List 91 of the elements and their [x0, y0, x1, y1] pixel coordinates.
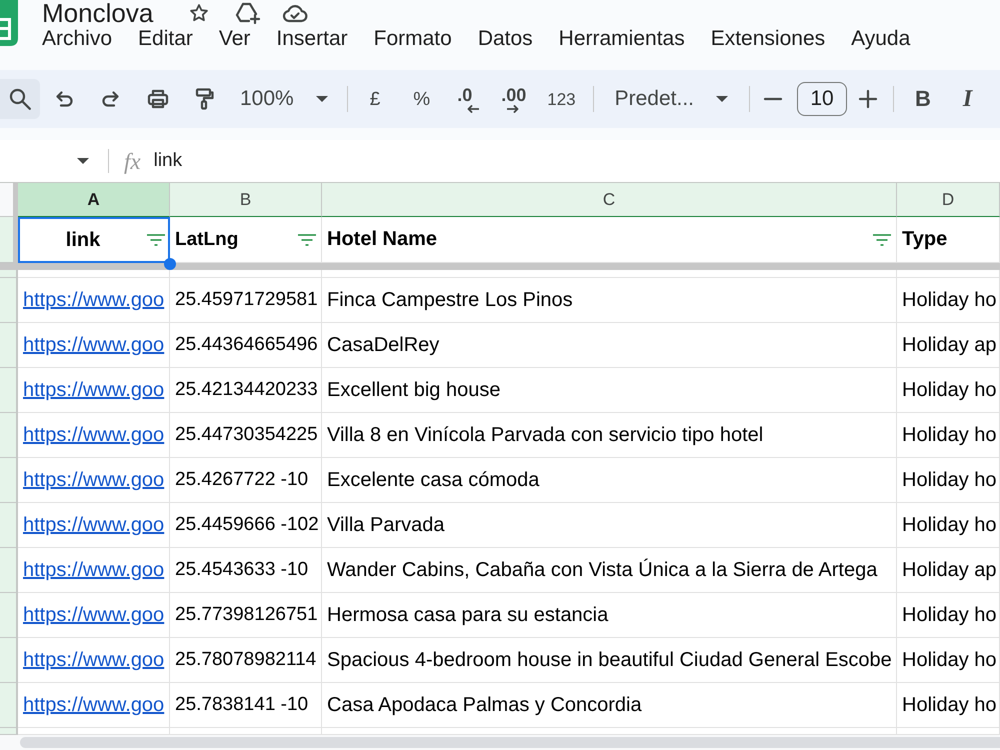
table-cell: Holiday ap — [897, 548, 1000, 593]
table-cell: 25.78078982114 — [170, 638, 322, 683]
table-cell: Wander Cabins, Cabaña con Vista Única a la Sierra de Artega — [322, 548, 897, 593]
sheets-logo-icon[interactable] — [0, 0, 18, 46]
table-cell: Villa Parvada — [322, 503, 897, 548]
cell-link[interactable]: https://www.goo — [23, 648, 164, 672]
table-cell: 25.44364665496 — [170, 323, 322, 368]
function-label: fx — [124, 150, 141, 172]
select-all-corner[interactable] — [0, 182, 18, 217]
increase-decimals-button[interactable]: .00 — [501, 86, 526, 112]
cell-link[interactable]: https://www.goo — [23, 334, 164, 356]
scrollbar-thumb[interactable] — [20, 737, 1000, 748]
menu-item[interactable]: Extensiones — [710, 26, 826, 52]
formula-input-field[interactable]: link — [154, 140, 1000, 182]
table-cell: 25.45971729581 — [170, 278, 322, 323]
table-cell: Villa 8 en Vinícola Parvada con servicio tipo hotel — [322, 413, 897, 458]
bold-button[interactable]: B — [915, 88, 931, 110]
left-arrow-icon — [467, 104, 480, 112]
filter-icon[interactable] — [147, 234, 165, 246]
plus-icon[interactable] — [858, 89, 878, 109]
table-cell: 25.4267722 -10 — [170, 458, 322, 503]
filter-icon[interactable] — [873, 234, 891, 246]
table-cell: Holiday ho — [897, 413, 1000, 458]
filter-icon[interactable] — [298, 234, 316, 246]
table-cell: Excellent big house — [322, 368, 897, 413]
print-icon[interactable] — [146, 87, 170, 111]
caret-icon[interactable] — [77, 158, 89, 164]
table-cell: Holiday ho — [897, 278, 1000, 323]
menu-item[interactable]: Ayuda — [851, 26, 910, 52]
cell-link[interactable]: https://www.goo — [23, 694, 164, 716]
cell-link[interactable]: https://www.goo — [23, 468, 164, 492]
percent-format-button[interactable]: % — [413, 90, 430, 108]
column-title: Type — [902, 228, 948, 251]
font-size-field[interactable]: 10 — [797, 82, 847, 116]
menu-item[interactable]: Formato — [374, 26, 452, 52]
table-cell: 25.7838141 -10 — [170, 683, 322, 728]
right-arrow-icon — [507, 104, 520, 112]
table-cell: Casa Apodaca Palmas y Concordia — [322, 683, 897, 728]
fill-handle[interactable] — [164, 258, 176, 270]
cell-link[interactable]: https://www.goo — [23, 288, 164, 312]
menu-item[interactable]: Archivo — [42, 26, 112, 52]
table-cell: 25.4459666 -102 — [170, 503, 322, 548]
cell-link[interactable]: https://www.goo — [23, 604, 164, 626]
table-cell: Excelente casa cómoda — [322, 458, 897, 503]
header-cell[interactable]: link — [18, 217, 170, 263]
star-icon[interactable] — [189, 3, 210, 23]
caret-icon — [316, 96, 328, 102]
table-cell: Holiday ho — [897, 503, 1000, 548]
menu-item[interactable]: Insertar — [276, 26, 348, 52]
table-cell: Holiday ap — [897, 323, 1000, 368]
font-dropdown[interactable]: Predet... — [614, 87, 728, 111]
table-cell: 25.44730354225 — [170, 413, 322, 458]
menu-item[interactable]: Herramientas — [558, 26, 685, 52]
column-title: link — [64, 228, 102, 252]
number-format-button[interactable]: 123 — [547, 90, 576, 108]
search-button[interactable] — [0, 79, 40, 119]
document-title[interactable]: Monclova — [42, 1, 154, 25]
decrease-decimals-button[interactable]: .0 — [457, 86, 480, 112]
column-header[interactable]: B — [170, 182, 322, 217]
column-header[interactable]: C — [322, 182, 897, 217]
table-cell: 25.4543633 -10 — [170, 548, 322, 593]
column-header[interactable]: A — [18, 182, 170, 217]
search-icon — [9, 88, 31, 110]
italic-button[interactable]: I — [962, 87, 972, 111]
currency-format-button[interactable]: £ — [370, 90, 380, 108]
cloud-check-icon[interactable] — [282, 3, 308, 23]
menu-item[interactable]: Editar — [138, 26, 193, 52]
table-cell: 25.77398126751 — [170, 593, 322, 638]
freeze-handle[interactable] — [0, 263, 1000, 270]
menu-item[interactable]: Ver — [218, 26, 250, 52]
zoom-dropdown[interactable]: 100% — [240, 87, 328, 111]
table-cell: Holiday ho — [897, 683, 1000, 728]
table-cell: 25.42134420233 — [170, 368, 322, 413]
table-cell: Finca Campestre Los Pinos — [322, 278, 897, 323]
cell-link[interactable]: https://www.goo — [23, 424, 164, 446]
table-cell: Holiday ho — [897, 593, 1000, 638]
column-header[interactable]: D — [897, 182, 1000, 217]
table-cell: Holiday ho — [897, 458, 1000, 503]
cell-link[interactable]: https://www.goo — [23, 378, 164, 402]
cell-link[interactable]: https://www.goo — [23, 514, 164, 536]
table-cell: CasaDelRey — [322, 323, 897, 368]
cell-link[interactable]: https://www.goo — [23, 558, 164, 582]
triangle-plus-icon[interactable] — [235, 2, 262, 24]
table-cell: Holiday ho — [897, 368, 1000, 413]
table-cell: Spacious 4-bedroom house in beautiful Ciudad General Escobe — [322, 638, 897, 683]
caret-icon — [716, 96, 728, 102]
column-title: LatLng — [175, 228, 240, 250]
menu-item[interactable]: Datos — [478, 26, 533, 52]
column-title: Hotel Name — [327, 228, 438, 251]
table-cell: Holiday ho — [897, 638, 1000, 683]
table-cell: Hermosa casa para su estancia — [322, 593, 897, 638]
